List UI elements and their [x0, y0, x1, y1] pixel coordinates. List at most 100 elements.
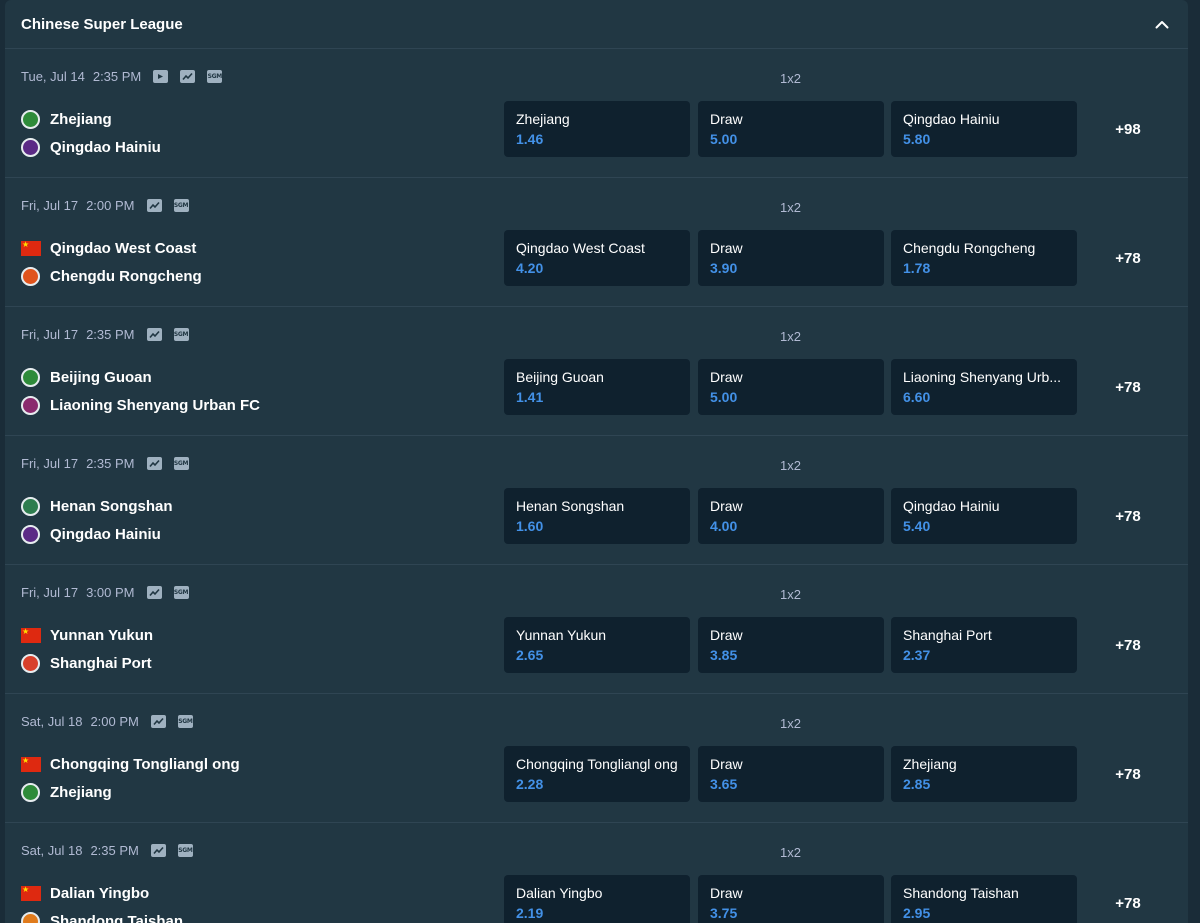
match-meta: Fri, Jul 17 2:00 PM SGM: [21, 198, 189, 213]
away-team: Qingdao Hainiu: [21, 133, 161, 161]
match-meta: Tue, Jul 14 2:35 PM SGM: [21, 69, 223, 84]
odds-home-button[interactable]: Beijing Guoan 1.41: [504, 359, 690, 415]
odds-home-button[interactable]: Chongqing Tongliangl ong 2.28: [504, 746, 690, 802]
match-time: 2:35 PM: [90, 843, 139, 858]
team-logo-icon: [21, 266, 40, 286]
sgm-icon[interactable]: SGM: [173, 328, 189, 341]
odds-draw-button[interactable]: Draw 3.65: [698, 746, 884, 802]
team-logo-icon: [21, 367, 40, 387]
odds-away-button[interactable]: Shandong Taishan 2.95: [891, 875, 1077, 923]
odds-draw-button[interactable]: Draw 5.00: [698, 101, 884, 157]
match-row[interactable]: Fri, Jul 17 2:00 PM SGM 1x2 Qingdao West…: [5, 178, 1188, 307]
stats-chart-icon[interactable]: [150, 844, 166, 857]
match-row[interactable]: Fri, Jul 17 2:35 PM SGM 1x2 Henan Songsh…: [5, 436, 1188, 565]
chevron-up-icon[interactable]: [1152, 14, 1172, 34]
match-meta: Sat, Jul 18 2:35 PM SGM: [21, 843, 193, 858]
away-team: Qingdao Hainiu: [21, 520, 173, 548]
more-markets-button[interactable]: +98: [1090, 101, 1166, 157]
match-meta: Fri, Jul 17 2:35 PM SGM: [21, 456, 189, 471]
match-row[interactable]: Sat, Jul 18 2:35 PM SGM 1x2 Dalian Yingb…: [5, 823, 1188, 923]
odds-home-button[interactable]: Zhejiang 1.46: [504, 101, 690, 157]
stats-chart-icon[interactable]: [180, 70, 196, 83]
stats-chart-icon[interactable]: [146, 586, 162, 599]
odds-home-button[interactable]: Dalian Yingbo 2.19: [504, 875, 690, 923]
odds-home-button[interactable]: Yunnan Yukun 2.65: [504, 617, 690, 673]
home-team: Henan Songshan: [21, 492, 173, 520]
league-header[interactable]: Chinese Super League: [5, 0, 1188, 49]
match-date: Fri, Jul 17: [21, 327, 79, 342]
market-label: 1x2: [780, 458, 801, 473]
more-markets-button[interactable]: +78: [1090, 488, 1166, 544]
home-team: Yunnan Yukun: [21, 621, 153, 649]
team-logo-icon: [21, 782, 40, 802]
odds-draw-button[interactable]: Draw 3.75: [698, 875, 884, 923]
teams: Qingdao West Coast Chengdu Rongcheng: [21, 234, 202, 290]
stats-chart-icon[interactable]: [146, 199, 162, 212]
team-logo-icon: [21, 137, 40, 157]
match-row[interactable]: Fri, Jul 17 3:00 PM SGM 1x2 Yunnan Yukun…: [5, 565, 1188, 694]
home-team: Zhejiang: [21, 105, 161, 133]
away-team: Zhejiang: [21, 778, 240, 806]
away-team: Liaoning Shenyang Urban FC: [21, 391, 260, 419]
away-team: Chengdu Rongcheng: [21, 262, 202, 290]
match-meta: Sat, Jul 18 2:00 PM SGM: [21, 714, 193, 729]
teams: Chongqing Tongliangl ong Zhejiang: [21, 750, 240, 806]
more-markets-button[interactable]: +78: [1090, 230, 1166, 286]
match-row[interactable]: Fri, Jul 17 2:35 PM SGM 1x2 Beijing Guoa…: [5, 307, 1188, 436]
sgm-icon[interactable]: SGM: [173, 199, 189, 212]
odds-away-button[interactable]: Liaoning Shenyang Urb... 6.60: [891, 359, 1077, 415]
more-markets-button[interactable]: +78: [1090, 617, 1166, 673]
more-markets-button[interactable]: +78: [1090, 875, 1166, 923]
match-time: 2:00 PM: [90, 714, 139, 729]
stats-chart-icon[interactable]: [146, 457, 162, 470]
stats-chart-icon[interactable]: [146, 328, 162, 341]
league-panel: Chinese Super League Tue, Jul 14 2:35 PM…: [5, 0, 1188, 923]
teams: Zhejiang Qingdao Hainiu: [21, 105, 161, 161]
live-stream-icon[interactable]: [153, 70, 169, 83]
match-row[interactable]: Tue, Jul 14 2:35 PM SGM 1x2 Zhejiang Qin…: [5, 49, 1188, 178]
odds-draw-button[interactable]: Draw 5.00: [698, 359, 884, 415]
more-markets-button[interactable]: +78: [1090, 746, 1166, 802]
home-team: Dalian Yingbo: [21, 879, 183, 907]
odds-home-button[interactable]: Henan Songshan 1.60: [504, 488, 690, 544]
sgm-icon[interactable]: SGM: [177, 844, 193, 857]
match-time: 2:35 PM: [86, 456, 135, 471]
odds-draw-button[interactable]: Draw 3.85: [698, 617, 884, 673]
teams: Henan Songshan Qingdao Hainiu: [21, 492, 173, 548]
odds-away-button[interactable]: Qingdao Hainiu 5.80: [891, 101, 1077, 157]
away-team: Shanghai Port: [21, 649, 153, 677]
china-flag-icon: [21, 239, 41, 256]
match-date: Fri, Jul 17: [21, 585, 79, 600]
match-date: Sat, Jul 18: [21, 714, 83, 729]
market-label: 1x2: [780, 200, 801, 215]
sgm-icon[interactable]: SGM: [173, 457, 189, 470]
match-time: 2:35 PM: [86, 327, 135, 342]
market-label: 1x2: [780, 71, 801, 86]
teams: Beijing Guoan Liaoning Shenyang Urban FC: [21, 363, 260, 419]
odds-away-button[interactable]: Chengdu Rongcheng 1.78: [891, 230, 1077, 286]
team-logo-icon: [21, 395, 40, 415]
china-flag-icon: [21, 884, 41, 901]
odds-home-button[interactable]: Qingdao West Coast 4.20: [504, 230, 690, 286]
odds-draw-button[interactable]: Draw 4.00: [698, 488, 884, 544]
match-time: 3:00 PM: [86, 585, 135, 600]
home-team: Chongqing Tongliangl ong: [21, 750, 240, 778]
team-logo-icon: [21, 524, 40, 544]
market-label: 1x2: [780, 845, 801, 860]
odds-away-button[interactable]: Zhejiang 2.85: [891, 746, 1077, 802]
away-team: Shandong Taishan: [21, 907, 183, 923]
odds-away-button[interactable]: Qingdao Hainiu 5.40: [891, 488, 1077, 544]
match-date: Fri, Jul 17: [21, 456, 79, 471]
stats-chart-icon[interactable]: [150, 715, 166, 728]
match-date: Sat, Jul 18: [21, 843, 83, 858]
more-markets-button[interactable]: +78: [1090, 359, 1166, 415]
china-flag-icon: [21, 755, 41, 772]
odds-away-button[interactable]: Shanghai Port 2.37: [891, 617, 1077, 673]
odds-draw-button[interactable]: Draw 3.90: [698, 230, 884, 286]
match-meta: Fri, Jul 17 2:35 PM SGM: [21, 327, 189, 342]
sgm-icon[interactable]: SGM: [207, 70, 223, 83]
match-date: Tue, Jul 14: [21, 69, 85, 84]
sgm-icon[interactable]: SGM: [177, 715, 193, 728]
match-row[interactable]: Sat, Jul 18 2:00 PM SGM 1x2 Chongqing To…: [5, 694, 1188, 823]
sgm-icon[interactable]: SGM: [173, 586, 189, 599]
